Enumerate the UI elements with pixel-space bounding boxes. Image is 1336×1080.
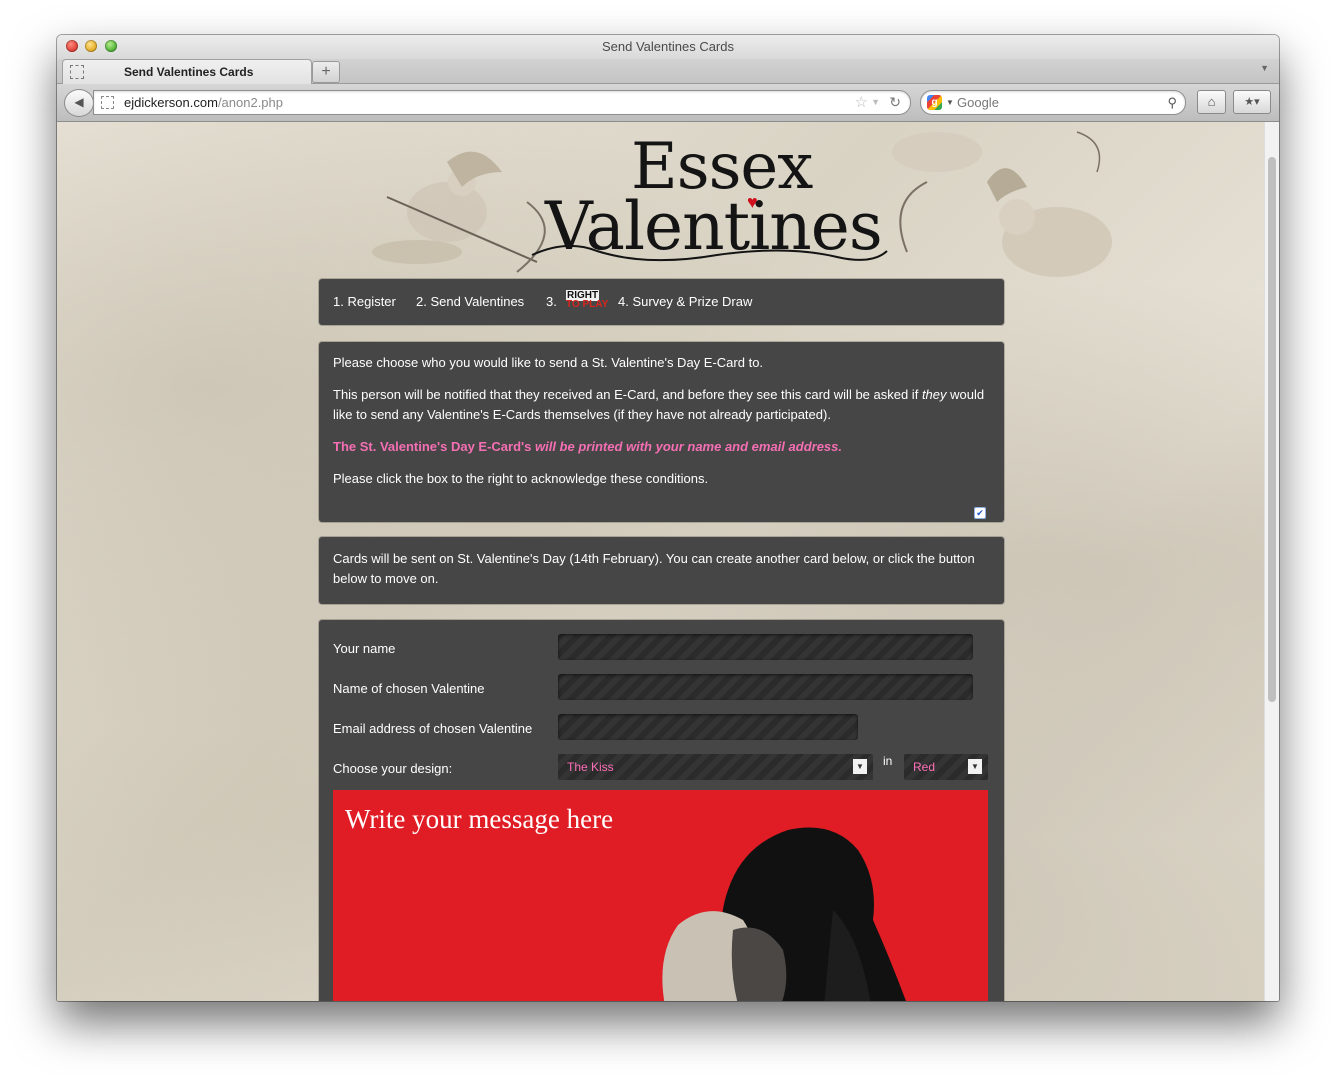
scrollbar-thumb[interactable] [1268, 157, 1276, 702]
back-button[interactable]: ◀ [64, 89, 94, 117]
valentine-email-label: Email address of chosen Valentine [333, 721, 533, 736]
url-text: ejdickerson.com/anon2.php [124, 91, 283, 114]
search-placeholder: Google [957, 95, 999, 110]
acknowledge-instruction: Please click the box to the right to ack… [333, 471, 709, 486]
bookmark-star-icon[interactable]: ☆ [855, 91, 868, 114]
conditions-notification: This person will be notified that they r… [333, 385, 993, 425]
cherub-archer-illustration-icon [372, 151, 546, 273]
valentine-name-input[interactable] [558, 674, 973, 700]
in-label: in [883, 754, 893, 768]
reload-icon[interactable]: ↻ [889, 91, 901, 114]
window-title: Send Valentines Cards [601, 39, 734, 54]
browser-toolbar: ◀ ejdickerson.com/anon2.php ☆ ▼ ↻ g ▼ Go… [57, 84, 1279, 122]
minimize-window-button[interactable] [85, 40, 97, 52]
design-select-chevron-down-icon[interactable]: ▼ [853, 759, 867, 774]
conditions-panel: Please choose who you would like to send… [319, 342, 1004, 522]
delivery-info-text: Cards will be sent on St. Valentine's Da… [333, 551, 975, 586]
home-icon: ⌂ [1207, 94, 1216, 109]
home-button[interactable]: ⌂ [1197, 90, 1226, 114]
close-window-button[interactable] [66, 40, 78, 52]
tab-title: Send Valentines Cards [124, 65, 254, 79]
url-host: ejdickerson.com [124, 95, 218, 110]
title-bar: Send Valentines Cards [57, 35, 1279, 59]
search-engine-chevron-icon[interactable]: ▼ [946, 91, 954, 114]
conditions-notification-emphasis: they [921, 387, 947, 402]
progress-steps: 1. Register 2. Send Valentines 3. RIGHT … [319, 279, 1004, 325]
printed-name-warning: The St. Valentine's Day E-Card's will be… [333, 437, 993, 457]
valentine-email-input[interactable] [558, 714, 858, 740]
page-viewport: Essex Valentines ♥ 1. Register 2. Send V… [57, 122, 1279, 1001]
color-select[interactable]: Red ▼ [904, 754, 988, 780]
printed-name-warning-part2: will be printed with your name and email… [534, 439, 843, 454]
new-tab-button[interactable]: + [312, 61, 340, 83]
step-survey-prize-draw[interactable]: 4. Survey & Prize Draw [618, 294, 752, 309]
card-form-panel: Your name Name of chosen Valentine Email… [319, 620, 1004, 1001]
search-icon[interactable]: ⚲ [1167, 91, 1177, 114]
kissing-couple-image [662, 827, 906, 1001]
your-name-label: Your name [333, 641, 396, 656]
valentine-name-label: Name of chosen Valentine [333, 681, 485, 696]
color-select-value: Red [913, 760, 936, 774]
right-to-play-line2: TO PLAY [566, 299, 609, 310]
color-select-chevron-down-icon[interactable]: ▼ [968, 759, 982, 774]
back-arrow-icon: ◀ [74, 95, 84, 109]
rss-dropdown-icon[interactable]: ▼ [871, 91, 880, 114]
design-select[interactable]: The Kiss ▼ [558, 754, 873, 780]
browser-window: Send Valentines Cards Send Valentines Ca… [57, 35, 1279, 1001]
printed-name-warning-part1: The St. Valentine's Day E-Card's [333, 439, 535, 454]
right-to-play-logo: RIGHT TO PLAY [566, 290, 609, 310]
your-name-input[interactable] [558, 634, 973, 660]
bookmarks-button[interactable]: ★▾ [1233, 90, 1271, 114]
conditions-notification-part1: This person will be notified that they r… [333, 387, 922, 402]
tab-send-valentines-cards[interactable]: Send Valentines Cards [62, 59, 312, 84]
site-favicon-icon [101, 96, 114, 109]
address-bar[interactable]: ejdickerson.com/anon2.php ☆ ▼ ↻ [93, 90, 911, 115]
bookmarks-icon: ★▾ [1244, 96, 1260, 108]
google-search-engine-icon[interactable]: g [927, 95, 942, 110]
tab-strip: Send Valentines Cards + ▼ [57, 59, 1279, 84]
vertical-scrollbar[interactable] [1264, 122, 1279, 1001]
tab-list-chevron-icon[interactable]: ▼ [1260, 63, 1269, 73]
cherubs-illustration-icon [892, 131, 1112, 277]
url-path: /anon2.php [217, 95, 284, 110]
acknowledge-checkbox[interactable]: ✔ [974, 507, 986, 519]
conditions-intro: Please choose who you would like to send… [333, 355, 764, 370]
zoom-window-button[interactable] [105, 40, 117, 52]
step-send-valentines[interactable]: 2. Send Valentines [416, 294, 524, 309]
design-label: Choose your design: [333, 761, 453, 776]
logo-swash-icon [531, 244, 888, 262]
delivery-info-panel: Cards will be sent on St. Valentine's Da… [319, 537, 1004, 604]
step-register[interactable]: 1. Register [333, 294, 396, 309]
page-favicon-icon [70, 65, 84, 79]
heart-icon: ♥ [747, 192, 758, 212]
search-bar[interactable]: g ▼ Google ⚲ [920, 90, 1186, 115]
step-3-number[interactable]: 3. [546, 294, 557, 309]
card-preview: Write your message here [333, 790, 988, 1001]
design-select-value: The Kiss [567, 760, 614, 774]
